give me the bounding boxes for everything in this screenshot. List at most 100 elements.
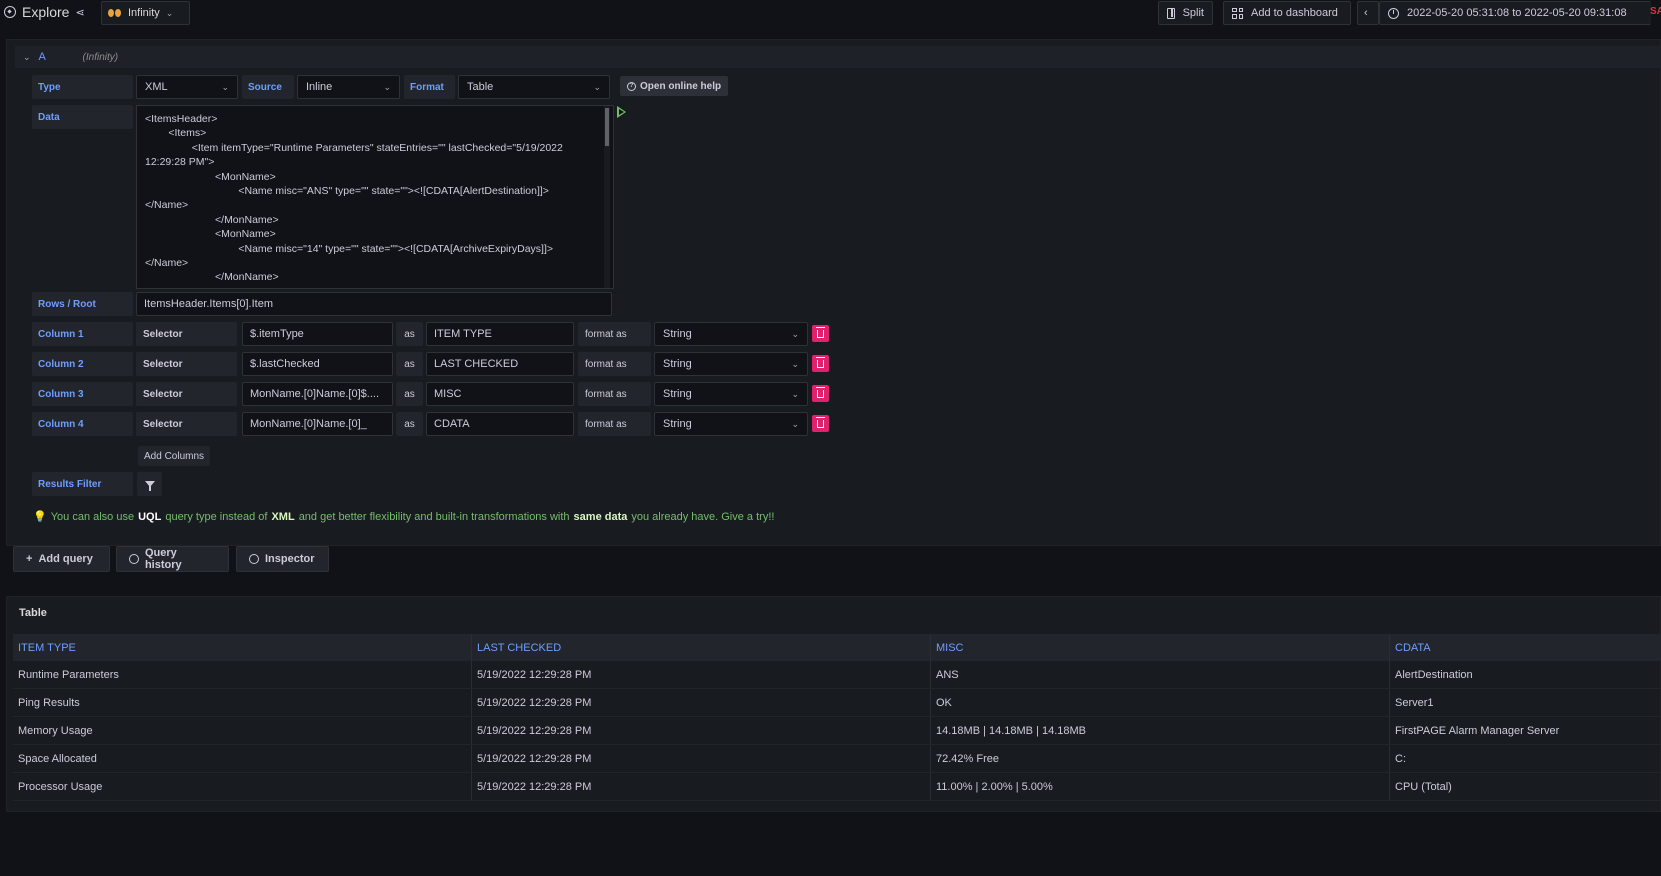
format-as-label: format as <box>578 322 651 346</box>
column-header[interactable]: ITEM TYPE <box>13 634 472 661</box>
table-cell: Memory Usage <box>13 717 472 744</box>
format-as-label: format as <box>578 352 651 376</box>
column-format-select[interactable]: String ⌄ <box>654 322 808 346</box>
as-label: as <box>396 412 423 436</box>
type-label: Type <box>32 75 133 99</box>
editor-scrollbar[interactable] <box>604 106 610 288</box>
column-selector-input[interactable]: MonName.[0]Name.[0]$.... <box>242 382 393 406</box>
inspector-button[interactable]: Inspector <box>236 546 329 572</box>
column-format-select[interactable]: String ⌄ <box>654 352 808 376</box>
collapse-chevron-icon[interactable]: ⌄ <box>23 52 31 63</box>
table-cell: OK <box>931 689 1390 716</box>
delete-column-button[interactable] <box>812 415 829 432</box>
trash-icon <box>816 416 825 428</box>
column-format-value: String <box>663 418 692 430</box>
column-alias-input[interactable]: ITEM TYPE <box>426 322 574 346</box>
query-row-header[interactable]: ⌄ A (Infinity) <box>15 46 1661 68</box>
as-label: as <box>396 322 423 346</box>
split-button[interactable]: Split <box>1158 1 1213 25</box>
column-alias-input[interactable]: MISC <box>426 382 574 406</box>
user-tag: SAS <box>1650 6 1661 17</box>
column-format-select[interactable]: String ⌄ <box>654 382 808 406</box>
delete-column-button[interactable] <box>812 325 829 342</box>
delete-column-button[interactable] <box>812 355 829 372</box>
add-query-button[interactable]: + Add query <box>13 546 110 572</box>
as-label: as <box>396 382 423 406</box>
add-to-dashboard-button[interactable]: Add to dashboard <box>1223 1 1351 25</box>
help-label: Open online help <box>640 80 722 92</box>
table-row: Processor Usage 5/19/2022 12:29:28 PM 11… <box>13 773 1661 801</box>
format-as-label: format as <box>578 382 651 406</box>
column-label: Column 1 <box>32 322 133 346</box>
table-row: Space Allocated 5/19/2022 12:29:28 PM 72… <box>13 745 1661 773</box>
source-select[interactable]: Inline ⌄ <box>297 75 400 99</box>
table-row: Ping Results 5/19/2022 12:29:28 PM OK Se… <box>13 689 1661 717</box>
add-columns-button[interactable]: Add Columns <box>138 446 211 466</box>
compass-icon <box>4 6 16 18</box>
table-cell: Ping Results <box>13 689 472 716</box>
add-to-dashboard-label: Add to dashboard <box>1251 7 1338 19</box>
column-header[interactable]: LAST CHECKED <box>472 634 931 661</box>
question-icon: ? <box>627 81 636 91</box>
page-title: Explore <box>22 4 70 20</box>
table-cell: FirstPAGE Alarm Manager Server <box>1395 724 1560 737</box>
column-format-value: String <box>663 358 692 370</box>
column-header[interactable]: MISC <box>931 634 1390 661</box>
time-back-button[interactable]: ‹ <box>1357 1 1379 25</box>
table-cell: 5/19/2022 12:29:28 PM <box>472 689 931 716</box>
table-panel: Table ITEM TYPE LAST CHECKED MISC CDATA … <box>6 596 1661 812</box>
column-selector-input[interactable]: $.itemType <box>242 322 393 346</box>
column-alias-input[interactable]: LAST CHECKED <box>426 352 574 376</box>
column-header[interactable]: CDATA <box>1390 634 1661 661</box>
table-row: Runtime Parameters 5/19/2022 12:29:28 PM… <box>13 661 1661 689</box>
table-cell: 11.00% | 2.00% | 5.00% <box>931 773 1390 800</box>
chevron-left-icon: ‹ <box>1364 7 1368 19</box>
data-code-editor[interactable]: <ItemsHeader> <Items> <Item itemType="Ru… <box>136 105 614 289</box>
trash-icon <box>816 356 825 368</box>
chevron-down-icon: ⌄ <box>791 418 799 429</box>
split-icon <box>1167 7 1175 19</box>
selector-label: Selector <box>136 322 237 346</box>
chevron-down-icon: ⌄ <box>221 81 229 92</box>
rows-root-label: Rows / Root <box>32 292 133 316</box>
selector-label: Selector <box>136 352 237 376</box>
split-label: Split <box>1182 7 1204 19</box>
column-selector-input[interactable]: MonName.[0]Name.[0]_ <box>242 412 393 436</box>
query-history-button[interactable]: Query history <box>116 546 229 572</box>
add-query-label: Add query <box>38 553 93 565</box>
plus-icon: + <box>26 553 33 565</box>
column-format-select[interactable]: String ⌄ <box>654 412 808 436</box>
type-select[interactable]: XML ⌄ <box>136 75 238 99</box>
share-icon[interactable]: ⋖ <box>75 6 84 19</box>
table-cell: Processor Usage <box>13 773 472 800</box>
query-datasource-label: (Infinity) <box>82 51 119 63</box>
chevron-down-icon: ⌄ <box>383 81 391 92</box>
datasource-name: Infinity <box>128 7 160 19</box>
format-select[interactable]: Table ⌄ <box>458 75 610 99</box>
datasource-picker[interactable]: Infinity ⌄ <box>101 1 190 25</box>
results-filter-label: Results Filter <box>32 472 133 496</box>
column-alias-input[interactable]: CDATA <box>426 412 574 436</box>
column-selector-input[interactable]: $.lastChecked <box>242 352 393 376</box>
uql-hint: 💡 You can also use UQL query type instea… <box>33 510 774 524</box>
delete-column-button[interactable] <box>812 385 829 402</box>
hint-xml: XML <box>271 510 295 523</box>
run-query-icon[interactable] <box>617 106 626 118</box>
top-bar: Explore ⋖ Infinity ⌄ Split Add to dashbo… <box>0 0 1661 30</box>
type-select-value: XML <box>145 81 168 93</box>
rows-root-input[interactable]: ItemsHeader.Items[0].Item <box>136 292 612 316</box>
column-label: Column 3 <box>32 382 133 406</box>
results-filter-button[interactable] <box>137 472 162 496</box>
data-label: Data <box>32 105 133 129</box>
time-range-picker[interactable]: 2022-05-20 05:31:08 to 2022-05-20 09:31:… <box>1379 1 1651 25</box>
open-online-help-button[interactable]: ? Open online help <box>620 76 729 96</box>
column-label: Column 2 <box>32 352 133 376</box>
chevron-down-icon: ⌄ <box>791 328 799 339</box>
table-row: Memory Usage 5/19/2022 12:29:28 PM 14.18… <box>13 717 1661 745</box>
source-label: Source <box>242 75 294 99</box>
table-cell: AlertDestination <box>1395 668 1473 681</box>
clock-icon <box>1388 7 1399 19</box>
table-cell: Runtime Parameters <box>13 661 472 688</box>
query-letter[interactable]: A <box>39 51 75 63</box>
selector-label: Selector <box>136 412 237 436</box>
